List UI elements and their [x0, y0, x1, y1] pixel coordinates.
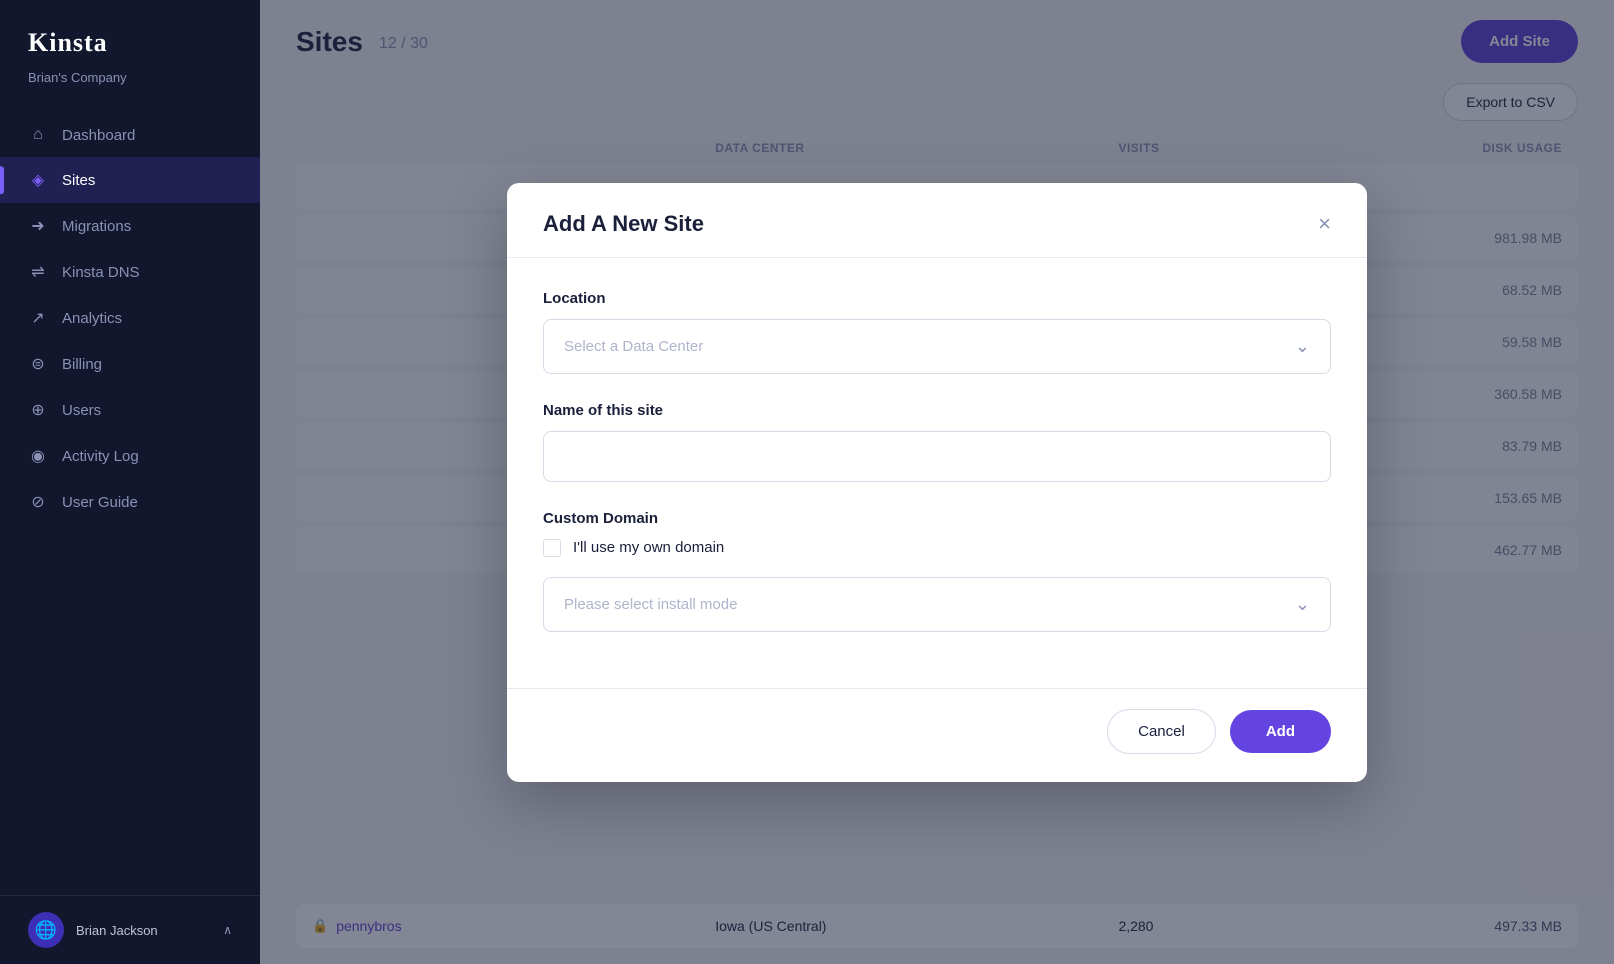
chevron-down-icon: ⌄	[1295, 594, 1310, 615]
brand-logo: Kinsta	[0, 0, 260, 66]
activity-icon: ◉	[28, 446, 48, 466]
chevron-up-icon: ∧	[223, 923, 232, 937]
modal-close-button[interactable]: ×	[1318, 213, 1331, 235]
analytics-icon: ↗	[28, 308, 48, 328]
company-name: Brian's Company	[0, 66, 260, 105]
sidebar-item-label: Kinsta DNS	[62, 264, 140, 281]
modal-footer: Cancel Add	[507, 688, 1367, 782]
sidebar: Kinsta Brian's Company ⌂ Dashboard ◈ Sit…	[0, 0, 260, 964]
install-mode-placeholder: Please select install mode	[564, 596, 737, 613]
site-name-label: Name of this site	[543, 402, 1331, 419]
sidebar-item-label: Users	[62, 402, 101, 419]
modal-body: Location Select a Data Center ⌄ Name of …	[507, 258, 1367, 688]
sidebar-item-billing[interactable]: ⊜ Billing	[0, 341, 260, 387]
billing-icon: ⊜	[28, 354, 48, 374]
sidebar-item-dashboard[interactable]: ⌂ Dashboard	[0, 113, 260, 157]
sidebar-item-label: Dashboard	[62, 127, 135, 144]
site-name-group: Name of this site	[543, 402, 1331, 482]
sidebar-nav: ⌂ Dashboard ◈ Sites ➜ Migrations ⇌ Kinst…	[0, 105, 260, 895]
chevron-down-icon: ⌄	[1295, 336, 1310, 357]
sidebar-item-label: Billing	[62, 356, 102, 373]
sidebar-item-label: Migrations	[62, 218, 131, 235]
add-button[interactable]: Add	[1230, 710, 1331, 753]
add-site-modal: Add A New Site × Location Select a Data …	[507, 183, 1367, 782]
sidebar-item-user-guide[interactable]: ⊘ User Guide	[0, 479, 260, 525]
migrations-icon: ➜	[28, 216, 48, 236]
custom-domain-label: Custom Domain	[543, 510, 1331, 527]
location-select[interactable]: Select a Data Center ⌄	[543, 319, 1331, 374]
sidebar-item-users[interactable]: ⊕ Users	[0, 387, 260, 433]
sidebar-item-kinsta-dns[interactable]: ⇌ Kinsta DNS	[0, 249, 260, 295]
user-name: Brian Jackson	[76, 923, 158, 938]
own-domain-label: I'll use my own domain	[573, 539, 724, 556]
sidebar-item-migrations[interactable]: ➜ Migrations	[0, 203, 260, 249]
logo-text: Kinsta	[28, 28, 232, 58]
guide-icon: ⊘	[28, 492, 48, 512]
sidebar-item-label: Sites	[62, 172, 95, 189]
sites-icon: ◈	[28, 170, 48, 190]
location-group: Location Select a Data Center ⌄	[543, 290, 1331, 374]
own-domain-checkbox-row: I'll use my own domain	[543, 539, 1331, 557]
sidebar-item-label: Analytics	[62, 310, 122, 327]
modal-overlay: Add A New Site × Location Select a Data …	[260, 0, 1614, 964]
custom-domain-group: Custom Domain I'll use my own domain Ple…	[543, 510, 1331, 632]
sidebar-item-label: Activity Log	[62, 448, 139, 465]
sidebar-item-activity-log[interactable]: ◉ Activity Log	[0, 433, 260, 479]
modal-title: Add A New Site	[543, 211, 704, 237]
dns-icon: ⇌	[28, 262, 48, 282]
sidebar-footer[interactable]: 🌐 Brian Jackson ∧	[0, 895, 260, 964]
sidebar-item-label: User Guide	[62, 494, 138, 511]
main-content: Sites 12 / 30 Add Site Export to CSV DAT…	[260, 0, 1614, 964]
install-mode-select[interactable]: Please select install mode ⌄	[543, 577, 1331, 632]
users-icon: ⊕	[28, 400, 48, 420]
own-domain-checkbox[interactable]	[543, 539, 561, 557]
cancel-button[interactable]: Cancel	[1107, 709, 1216, 754]
sidebar-item-sites[interactable]: ◈ Sites	[0, 157, 260, 203]
dashboard-icon: ⌂	[28, 126, 48, 144]
avatar: 🌐	[28, 912, 64, 948]
sidebar-item-analytics[interactable]: ↗ Analytics	[0, 295, 260, 341]
location-label: Location	[543, 290, 1331, 307]
site-name-input[interactable]	[543, 431, 1331, 482]
modal-header: Add A New Site ×	[507, 183, 1367, 258]
location-placeholder: Select a Data Center	[564, 338, 703, 355]
